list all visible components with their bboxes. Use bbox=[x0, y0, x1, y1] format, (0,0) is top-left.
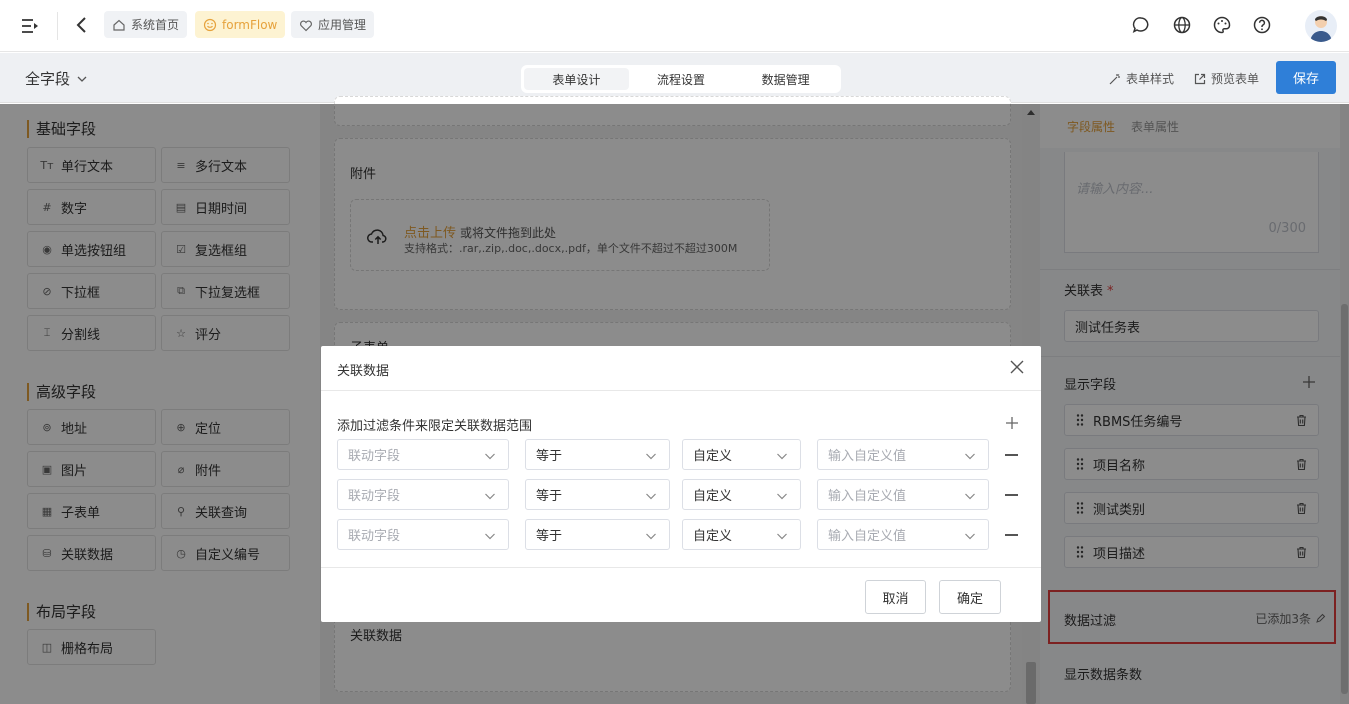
select-placeholder: 联动字段 bbox=[348, 529, 401, 544]
add-condition-icon[interactable] bbox=[1005, 416, 1019, 430]
select-placeholder: 输入自定义值 bbox=[828, 529, 907, 544]
value-type-select[interactable]: 自定义 bbox=[682, 519, 801, 550]
tab-label: formFlow bbox=[222, 17, 278, 32]
smile-icon bbox=[203, 18, 217, 31]
form-style-label: 表单样式 bbox=[1126, 72, 1175, 86]
select-value: 等于 bbox=[536, 449, 563, 464]
help-icon[interactable] bbox=[1252, 15, 1272, 35]
magic-wand-icon bbox=[1109, 73, 1120, 84]
dialog-footer: 取消 确定 bbox=[321, 567, 1041, 622]
dialog-subtitle: 添加过滤条件来限定关联数据范围 bbox=[337, 419, 533, 434]
select-placeholder: 联动字段 bbox=[348, 449, 401, 464]
select-value: 等于 bbox=[536, 529, 563, 544]
field-scope-label: 全字段 bbox=[25, 70, 71, 88]
tab-process-settings[interactable]: 流程设置 bbox=[629, 68, 734, 90]
chevron-down-icon bbox=[646, 453, 656, 460]
select-placeholder: 联动字段 bbox=[348, 489, 401, 504]
remove-condition-icon[interactable] bbox=[1005, 454, 1018, 456]
preview-form-button[interactable]: 预览表单 bbox=[1193, 70, 1259, 87]
tab-formflow[interactable]: formFlow bbox=[195, 11, 286, 38]
chevron-down-icon bbox=[485, 493, 495, 500]
chevron-down-icon bbox=[485, 533, 495, 540]
remove-condition-icon[interactable] bbox=[1005, 494, 1018, 496]
designer-tabs: 表单设计 流程设置 数据管理 bbox=[521, 65, 841, 93]
related-data-dialog: 关联数据 添加过滤条件来限定关联数据范围 联动字段 等于 自定义 输入自定义值 … bbox=[321, 346, 1041, 622]
preview-form-label: 预览表单 bbox=[1211, 72, 1260, 86]
select-value: 自定义 bbox=[693, 529, 733, 544]
tab-label: 系统首页 bbox=[131, 18, 180, 32]
cancel-button[interactable]: 取消 bbox=[865, 580, 926, 614]
field-scope-dropdown[interactable]: 全字段 bbox=[25, 68, 88, 89]
tab-system-home[interactable]: 系统首页 bbox=[104, 11, 188, 38]
select-placeholder: 输入自定义值 bbox=[828, 449, 907, 464]
close-icon[interactable] bbox=[1009, 359, 1025, 375]
custom-value-select[interactable]: 输入自定义值 bbox=[817, 439, 989, 470]
select-value: 自定义 bbox=[693, 449, 733, 464]
linked-field-select[interactable]: 联动字段 bbox=[337, 519, 509, 550]
operator-select[interactable]: 等于 bbox=[525, 479, 670, 510]
select-value: 自定义 bbox=[693, 489, 733, 504]
chevron-down-icon bbox=[485, 453, 495, 460]
chevron-down-icon bbox=[965, 493, 975, 500]
home-icon bbox=[113, 19, 125, 31]
external-link-icon bbox=[1194, 73, 1206, 84]
avatar[interactable] bbox=[1305, 10, 1337, 42]
value-type-select[interactable]: 自定义 bbox=[682, 479, 801, 510]
gift-icon bbox=[300, 20, 312, 31]
chevron-down-icon bbox=[646, 533, 656, 540]
tab-data-management[interactable]: 数据管理 bbox=[733, 68, 838, 90]
form-style-button[interactable]: 表单样式 bbox=[1108, 70, 1174, 87]
chevron-down-icon bbox=[777, 533, 787, 540]
operator-select[interactable]: 等于 bbox=[525, 439, 670, 470]
menu-toggle-icon[interactable] bbox=[20, 16, 40, 36]
globe-icon[interactable] bbox=[1172, 15, 1192, 35]
chevron-down-icon bbox=[965, 453, 975, 460]
tab-app-management[interactable]: 应用管理 bbox=[291, 11, 375, 38]
linked-field-select[interactable]: 联动字段 bbox=[337, 439, 509, 470]
dialog-header: 关联数据 bbox=[321, 346, 1041, 391]
divider bbox=[57, 12, 58, 40]
chevron-down-icon bbox=[965, 533, 975, 540]
palette-icon[interactable] bbox=[1212, 15, 1232, 35]
user-avatar-icon bbox=[1310, 16, 1332, 42]
chevron-down-icon bbox=[77, 76, 87, 82]
save-button[interactable]: 保存 bbox=[1276, 61, 1336, 94]
chevron-down-icon bbox=[646, 493, 656, 500]
operator-select[interactable]: 等于 bbox=[525, 519, 670, 550]
chevron-down-icon bbox=[777, 453, 787, 460]
custom-value-select[interactable]: 输入自定义值 bbox=[817, 479, 989, 510]
custom-value-select[interactable]: 输入自定义值 bbox=[817, 519, 989, 550]
chat-icon[interactable] bbox=[1131, 15, 1151, 35]
top-navbar: 系统首页 formFlow 应用管理 bbox=[0, 0, 1349, 52]
tab-label: 应用管理 bbox=[318, 18, 367, 32]
remove-condition-icon[interactable] bbox=[1005, 534, 1018, 536]
select-placeholder: 输入自定义值 bbox=[828, 489, 907, 504]
chevron-down-icon bbox=[777, 493, 787, 500]
dialog-title: 关联数据 bbox=[337, 364, 390, 379]
confirm-button[interactable]: 确定 bbox=[939, 580, 1001, 614]
linked-field-select[interactable]: 联动字段 bbox=[337, 479, 509, 510]
select-value: 等于 bbox=[536, 489, 563, 504]
tab-form-design[interactable]: 表单设计 bbox=[524, 68, 629, 90]
value-type-select[interactable]: 自定义 bbox=[682, 439, 801, 470]
back-icon[interactable] bbox=[72, 15, 92, 35]
